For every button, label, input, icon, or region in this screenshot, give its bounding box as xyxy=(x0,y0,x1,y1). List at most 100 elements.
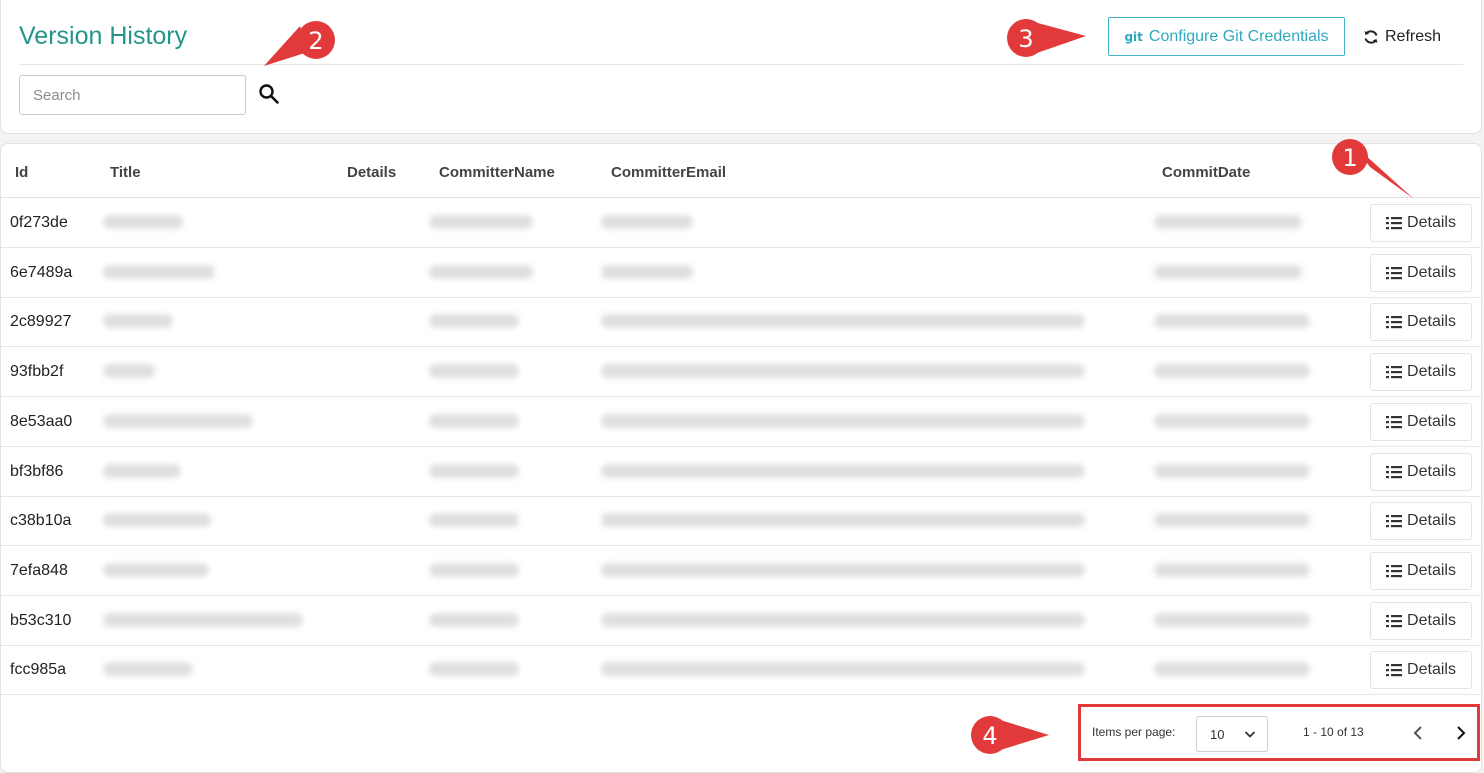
commit-id: b53c310 xyxy=(10,611,72,629)
details-button-label: Details xyxy=(1407,313,1456,331)
details-button[interactable]: Details xyxy=(1370,303,1472,342)
column-header-title[interactable]: Title xyxy=(110,164,141,181)
list-icon xyxy=(1386,316,1403,329)
commit-id: 2c89927 xyxy=(10,313,72,331)
version-table: Id Title Details CommitterName Committer… xyxy=(0,143,1482,773)
committer-email-redacted xyxy=(601,513,1085,528)
title-redacted xyxy=(103,364,155,379)
details-button[interactable]: Details xyxy=(1370,253,1472,292)
table-row: 6e7489a Details xyxy=(1,248,1481,298)
list-icon xyxy=(1386,415,1403,428)
details-button[interactable]: Details xyxy=(1370,402,1472,441)
commit-date-redacted xyxy=(1154,264,1302,279)
details-button[interactable]: Details xyxy=(1370,651,1472,690)
committer-name-redacted xyxy=(429,364,519,379)
next-page-button[interactable] xyxy=(1449,721,1473,745)
commit-date-redacted xyxy=(1154,562,1310,577)
callout-marker: 1 xyxy=(1332,139,1414,199)
list-icon xyxy=(1386,465,1403,478)
details-button[interactable]: Details xyxy=(1370,353,1472,392)
committer-name-redacted xyxy=(429,463,519,478)
committer-name-redacted xyxy=(429,314,519,329)
commit-date-redacted xyxy=(1154,215,1302,229)
title-redacted xyxy=(103,413,253,428)
commit-id: 7efa848 xyxy=(10,561,68,579)
committer-email-redacted xyxy=(601,364,1085,379)
committer-name-redacted xyxy=(429,413,519,428)
commit-id: 8e53aa0 xyxy=(10,412,73,430)
commit-date-redacted xyxy=(1154,413,1310,428)
committer-email-redacted xyxy=(601,562,1085,577)
table-row: fcc985a Details xyxy=(1,645,1481,696)
commit-date-redacted xyxy=(1154,612,1310,627)
callout-3-label: 3 xyxy=(1018,25,1033,53)
search-icon[interactable] xyxy=(257,82,281,106)
details-button-label: Details xyxy=(1407,263,1456,281)
column-header-commit-date[interactable]: CommitDate xyxy=(1162,164,1250,181)
table-row: 8e53aa0 Details xyxy=(1,397,1481,447)
commit-date-redacted xyxy=(1154,662,1310,677)
previous-page-button[interactable] xyxy=(1406,721,1430,745)
title-redacted xyxy=(103,513,211,528)
column-header-id[interactable]: Id xyxy=(15,164,28,181)
details-button-label: Details xyxy=(1407,462,1456,480)
committer-email-redacted xyxy=(601,264,693,279)
committer-name-redacted xyxy=(429,215,533,229)
list-icon xyxy=(1386,266,1403,279)
commit-id: c38b10a xyxy=(10,512,72,530)
details-button[interactable]: Details xyxy=(1370,204,1472,242)
refresh-label: Refresh xyxy=(1385,28,1442,45)
page-title: Version History xyxy=(19,22,188,50)
table-row: 0f273de Details xyxy=(1,198,1481,248)
details-button-label: Details xyxy=(1407,412,1456,430)
refresh-button[interactable]: Refresh xyxy=(1363,24,1441,50)
header-divider xyxy=(19,64,1463,65)
commit-id: fcc985a xyxy=(10,661,67,679)
header-panel: Version History git Configure Git Creden… xyxy=(0,0,1482,134)
committer-name-redacted xyxy=(429,264,533,279)
column-header-committer-email[interactable]: CommitterEmail xyxy=(611,164,726,181)
refresh-icon xyxy=(1364,30,1378,44)
details-button-label: Details xyxy=(1407,611,1456,629)
list-icon xyxy=(1386,614,1403,627)
details-button[interactable]: Details xyxy=(1370,452,1472,491)
commit-date-redacted xyxy=(1154,513,1310,528)
committer-email-redacted xyxy=(601,463,1085,478)
git-icon: git xyxy=(1124,29,1143,44)
details-button[interactable]: Details xyxy=(1370,551,1472,590)
chevron-down-icon xyxy=(1244,731,1256,738)
items-per-page-select[interactable]: 10 xyxy=(1196,716,1268,752)
paginator: Items per page: 10 1 - 10 of 13 xyxy=(1078,704,1480,761)
page-range: 1 - 10 of 13 xyxy=(1303,725,1364,739)
title-redacted xyxy=(103,612,303,627)
committer-name-redacted xyxy=(429,513,519,528)
commit-date-redacted xyxy=(1154,463,1310,478)
callout-1-label: 1 xyxy=(1342,144,1357,172)
column-header-details[interactable]: Details xyxy=(347,164,396,181)
committer-email-redacted xyxy=(601,413,1085,428)
table-row: bf3bf86 Details xyxy=(1,447,1481,497)
configure-git-credentials-button[interactable]: git Configure Git Credentials xyxy=(1108,17,1345,56)
table-row: 2c89927 Details xyxy=(1,297,1481,348)
details-button-label: Details xyxy=(1407,661,1456,679)
details-button[interactable]: Details xyxy=(1370,601,1472,640)
table-row: b53c310 Details xyxy=(1,596,1481,646)
details-button-label: Details xyxy=(1407,214,1456,231)
commit-id: bf3bf86 xyxy=(10,462,64,480)
committer-name-redacted xyxy=(429,562,519,577)
table-row: 7efa848 Details xyxy=(1,546,1481,596)
commit-id: 93fbb2f xyxy=(10,363,64,381)
committer-name-redacted xyxy=(429,662,519,677)
column-header-committer-name[interactable]: CommitterName xyxy=(439,164,555,181)
details-button[interactable]: Details xyxy=(1370,502,1472,541)
details-button-label: Details xyxy=(1407,561,1456,579)
search-input[interactable] xyxy=(19,75,246,115)
callout-marker: 4 xyxy=(971,716,1049,754)
items-per-page-value: 10 xyxy=(1210,726,1225,742)
committer-email-redacted xyxy=(601,215,693,229)
title-redacted xyxy=(103,314,173,329)
list-icon xyxy=(1386,366,1403,379)
committer-name-redacted xyxy=(429,612,519,627)
title-redacted xyxy=(103,264,215,279)
list-icon xyxy=(1386,515,1403,528)
